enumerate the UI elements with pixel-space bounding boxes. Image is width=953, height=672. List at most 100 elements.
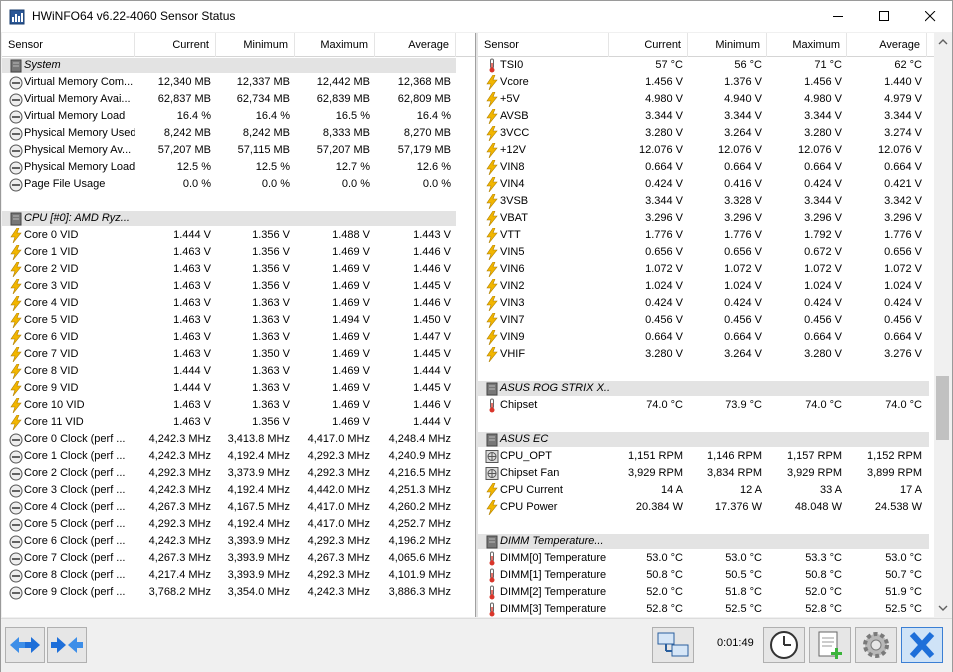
- settings-button[interactable]: [855, 627, 897, 663]
- sensor-row[interactable]: Core 1 Clock (perf ... 4,242.3 MHz 4,192.4…: [2, 448, 475, 465]
- sensor-row[interactable]: Core 7 VID 1.463 V 1.350 V 1.469 V 1.445 V: [2, 346, 475, 363]
- sensor-group-row[interactable]: System: [2, 57, 475, 74]
- minimum-value: 4,192.4 MHz: [227, 484, 290, 496]
- sensor-row[interactable]: Core 6 VID 1.463 V 1.363 V 1.469 V 1.447 V: [2, 329, 475, 346]
- minimize-button[interactable]: [815, 1, 861, 32]
- column-header-average[interactable]: Average: [847, 33, 927, 57]
- sensor-row[interactable]: Core 8 Clock (perf ... 4,217.4 MHz 3,393.9…: [2, 567, 475, 584]
- sensor-table-right[interactable]: Sensor Current Minimum Maximum Average T…: [478, 33, 952, 617]
- sensor-row[interactable]: Core 6 Clock (perf ... 4,242.3 MHz 3,393.9…: [2, 533, 475, 550]
- close-sensors-button[interactable]: [901, 627, 943, 663]
- sensor-row[interactable]: Core 11 VID 1.463 V 1.356 V 1.469 V 1.444 V: [2, 414, 475, 431]
- sensor-row[interactable]: CPU Power 20.384 W 17.376 W 48.048 W 24.538 …: [478, 499, 952, 516]
- sensor-row[interactable]: VIN8 0.664 V 0.664 V 0.664 V 0.664 V: [478, 159, 952, 176]
- sensor-row[interactable]: DIMM[2] Temperature 52.0 °C 51.8 °C 52.0 °C…: [478, 584, 952, 601]
- sensor-row[interactable]: Chipset Fan 3,929 RPM 3,834 RPM 3,929 RPM 3,…: [478, 465, 952, 482]
- sensor-row[interactable]: Core 4 VID 1.463 V 1.363 V 1.469 V 1.446 V: [2, 295, 475, 312]
- sensor-row[interactable]: Vcore 1.456 V 1.376 V 1.456 V 1.440 V: [478, 74, 952, 91]
- sensor-row[interactable]: Core 5 Clock (perf ... 4,292.3 MHz 4,192.4…: [2, 516, 475, 533]
- sensor-row[interactable]: Virtual Memory Avai... 62,837 MB 62,734 MB…: [2, 91, 475, 108]
- sensor-row[interactable]: Core 9 VID 1.444 V 1.363 V 1.469 V 1.445 V: [2, 380, 475, 397]
- sensor-row[interactable]: Core 10 VID 1.463 V 1.363 V 1.469 V 1.446 V: [2, 397, 475, 414]
- sensor-row[interactable]: Core 4 Clock (perf ... 4,267.3 MHz 4,167.5…: [2, 499, 475, 516]
- column-header-minimum[interactable]: Minimum: [216, 33, 295, 57]
- sensor-group-row[interactable]: DIMM Temperature...: [478, 533, 952, 550]
- sensor-row[interactable]: 3VSB 3.344 V 3.328 V 3.344 V 3.342 V: [478, 193, 952, 210]
- sensor-row[interactable]: Virtual Memory Load 16.4 % 16.4 % 16.5 % 16.…: [2, 108, 475, 125]
- sensor-group-row[interactable]: ASUS ROG STRIX X...: [478, 380, 952, 397]
- hwinfo-app-icon: [9, 9, 25, 25]
- sensor-row[interactable]: Core 0 VID 1.444 V 1.356 V 1.488 V 1.443 V: [2, 227, 475, 244]
- sensor-row[interactable]: DIMM[1] Temperature 50.8 °C 50.5 °C 50.8 °C…: [478, 567, 952, 584]
- column-header-minimum[interactable]: Minimum: [688, 33, 767, 57]
- current-value: 1.444 V: [173, 229, 211, 241]
- close-button[interactable]: [907, 1, 953, 32]
- current-value: 1.463 V: [173, 280, 211, 292]
- scrollbar-thumb[interactable]: [936, 376, 949, 440]
- sensor-row[interactable]: VIN7 0.456 V 0.456 V 0.456 V 0.456 V: [478, 312, 952, 329]
- sensor-row[interactable]: Core 5 VID 1.463 V 1.363 V 1.494 V 1.450 V: [2, 312, 475, 329]
- title-bar[interactable]: HWiNFO64 v6.22-4060 Sensor Status: [1, 1, 952, 32]
- sensor-row[interactable]: Core 0 Clock (perf ... 4,242.3 MHz 3,413.8…: [2, 431, 475, 448]
- sensor-row[interactable]: Chipset 74.0 °C 73.9 °C 74.0 °C 74.0 °C: [478, 397, 952, 414]
- sensor-row[interactable]: VIN9 0.664 V 0.664 V 0.664 V 0.664 V: [478, 329, 952, 346]
- maximum-value: 1.469 V: [332, 416, 370, 428]
- sensor-row[interactable]: Core 9 Clock (perf ... 3,768.2 MHz 3,354.0…: [2, 584, 475, 601]
- network-button[interactable]: [652, 627, 694, 663]
- sensor-group-row[interactable]: CPU [#0]: AMD Ryz...: [2, 210, 475, 227]
- sensor-row[interactable]: Physical Memory Av... 57,207 MB 57,115 MB 5…: [2, 142, 475, 159]
- sensor-row[interactable]: VTT 1.776 V 1.776 V 1.792 V 1.776 V: [478, 227, 952, 244]
- sensor-row[interactable]: Page File Usage 0.0 % 0.0 % 0.0 % 0.0 %: [2, 176, 475, 193]
- clock-button[interactable]: [763, 627, 805, 663]
- sensor-row[interactable]: CPU Current 14 A 12 A 33 A 17 A: [478, 482, 952, 499]
- sensor-row[interactable]: Physical Memory Load 12.5 % 12.5 % 12.7 % 12…: [2, 159, 475, 176]
- column-header-current[interactable]: Current: [135, 33, 216, 57]
- scroll-up-icon[interactable]: [934, 33, 952, 51]
- sensor-group-row[interactable]: ASUS EC: [478, 431, 952, 448]
- average-value: 0.0 %: [422, 178, 451, 190]
- sensor-row[interactable]: DIMM[0] Temperature 53.0 °C 53.0 °C 53.3 °C…: [478, 550, 952, 567]
- sensor-row[interactable]: Core 7 Clock (perf ... 4,267.3 MHz 3,393.9…: [2, 550, 475, 567]
- sensor-row[interactable]: Core 2 Clock (perf ... 4,292.3 MHz 3,373.9…: [2, 465, 475, 482]
- vertical-scrollbar[interactable]: [934, 33, 952, 617]
- sensor-row[interactable]: 3VCC 3.280 V 3.264 V 3.280 V 3.274 V: [478, 125, 952, 142]
- collapse-button[interactable]: [5, 627, 45, 663]
- sensor-row[interactable]: VIN5 0.656 V 0.656 V 0.672 V 0.656 V: [478, 244, 952, 261]
- minimum-value: 0.424 V: [724, 297, 762, 309]
- sensor-row[interactable]: VIN4 0.424 V 0.416 V 0.424 V 0.421 V: [478, 176, 952, 193]
- sensor-row[interactable]: VIN2 1.024 V 1.024 V 1.024 V 1.024 V: [478, 278, 952, 295]
- sensor-row[interactable]: Core 3 VID 1.463 V 1.356 V 1.469 V 1.445 V: [2, 278, 475, 295]
- sensor-row[interactable]: Core 3 Clock (perf ... 4,242.3 MHz 4,192.4…: [2, 482, 475, 499]
- sensor-row[interactable]: VIN3 0.424 V 0.424 V 0.424 V 0.424 V: [478, 295, 952, 312]
- sensor-row[interactable]: Physical Memory Used 8,242 MB 8,242 MB 8,33…: [2, 125, 475, 142]
- column-header-maximum[interactable]: Maximum: [295, 33, 375, 57]
- sensor-row[interactable]: Core 1 VID 1.463 V 1.356 V 1.469 V 1.446 V: [2, 244, 475, 261]
- maximize-button[interactable]: [861, 1, 907, 32]
- column-header-average[interactable]: Average: [375, 33, 456, 57]
- sensor-row[interactable]: VBAT 3.296 V 3.296 V 3.296 V 3.296 V: [478, 210, 952, 227]
- expand-button[interactable]: [47, 627, 87, 663]
- sensor-row[interactable]: VHIF 3.280 V 3.264 V 3.280 V 3.276 V: [478, 346, 952, 363]
- maximum-value: 1.469 V: [332, 365, 370, 377]
- average-value: 1.072 V: [884, 263, 922, 275]
- sensor-row[interactable]: CPU_OPT 1,151 RPM 1,146 RPM 1,157 RPM 1,152 …: [478, 448, 952, 465]
- sensor-row[interactable]: Virtual Memory Com... 12,340 MB 12,337 MB 1…: [2, 74, 475, 91]
- average-value: 1.446 V: [413, 399, 451, 411]
- sensor-name: +12V: [500, 144, 526, 156]
- sensor-table-left[interactable]: Sensor Current Minimum Maximum Average S…: [2, 33, 475, 617]
- sensor-row[interactable]: VIN6 1.072 V 1.072 V 1.072 V 1.072 V: [478, 261, 952, 278]
- scroll-down-icon[interactable]: [934, 599, 952, 617]
- column-header-maximum[interactable]: Maximum: [767, 33, 847, 57]
- sensor-row[interactable]: +5V 4.980 V 4.940 V 4.980 V 4.979 V: [478, 91, 952, 108]
- sensor-row[interactable]: Core 8 VID 1.444 V 1.363 V 1.469 V 1.444 V: [2, 363, 475, 380]
- sensor-row[interactable]: +12V 12.076 V 12.076 V 12.076 V 12.076 V: [478, 142, 952, 159]
- column-header-sensor[interactable]: Sensor: [2, 33, 135, 57]
- column-header-sensor[interactable]: Sensor: [478, 33, 609, 57]
- sensor-row[interactable]: TSI0 57 °C 56 °C 71 °C 62 °C: [478, 57, 952, 74]
- sensor-row[interactable]: DIMM[3] Temperature 52.8 °C 52.5 °C 52.8 °C…: [478, 601, 952, 617]
- log-button[interactable]: [809, 627, 851, 663]
- sensor-row[interactable]: AVSB 3.344 V 3.344 V 3.344 V 3.344 V: [478, 108, 952, 125]
- average-value: 1.445 V: [413, 348, 451, 360]
- sensor-row[interactable]: Core 2 VID 1.463 V 1.356 V 1.469 V 1.446 V: [2, 261, 475, 278]
- column-header-current[interactable]: Current: [609, 33, 688, 57]
